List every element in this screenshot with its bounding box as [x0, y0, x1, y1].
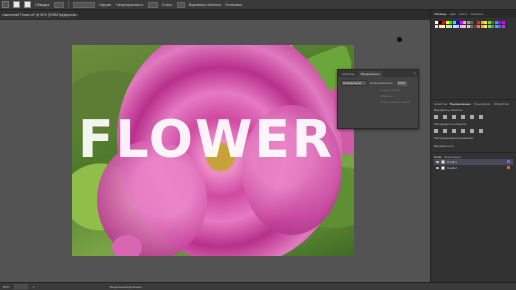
layer-thumbnail — [441, 165, 445, 170]
style-label: Стиль: — [161, 2, 173, 7]
distribute-vcenter-icon[interactable] — [443, 128, 447, 133]
distribute-objects-label: Распределить объекты: — [434, 121, 468, 126]
distribute-bottom-icon[interactable] — [452, 128, 456, 133]
headline-text[interactable]: FLOWER — [78, 114, 334, 166]
artboard-number[interactable]: 1 — [33, 285, 35, 289]
align-right-icon[interactable] — [452, 114, 456, 119]
tab-transparency[interactable]: Прозрачность — [358, 71, 383, 77]
layer-row[interactable]: Слой 2 — [434, 165, 513, 171]
fill-swatch[interactable] — [13, 1, 20, 8]
distribute-right-icon[interactable] — [479, 128, 483, 133]
align-left-icon[interactable] — [434, 114, 438, 119]
distribute-top-icon[interactable] — [434, 128, 438, 133]
close-icon[interactable]: × — [76, 12, 78, 17]
align-objects-label: Выровнять объекты: — [434, 107, 463, 112]
stroke-swatch[interactable] — [24, 1, 31, 8]
invert-mask-checkbox[interactable]: Инвертировать маску — [338, 98, 418, 104]
layers-panel: Слои Монтажные Слой 1 Слой 2 — [431, 151, 516, 173]
align-panel-tabs: Свойства Выравнивание Трансформ. Обработ… — [434, 102, 513, 106]
mouse-cursor-icon — [397, 37, 402, 42]
zoom-level[interactable]: 50% — [3, 285, 9, 289]
bud-shape — [112, 235, 142, 256]
layer-color-mark — [507, 166, 510, 169]
shape-label: Окружн. — [99, 2, 113, 7]
blend-mode-select[interactable]: Нормальный — [341, 80, 367, 86]
stroke-weight-field[interactable] — [54, 1, 64, 8]
current-tool-label: Выделенный фрагмент — [109, 284, 143, 289]
blend-row: Нормальный Непрозрачность: 100% — [338, 77, 418, 86]
opacity-field[interactable]: 100% — [396, 80, 407, 86]
selection-tool-icon[interactable] — [2, 1, 9, 8]
align-panel: Свойства Выравнивание Трансформ. Обработ… — [431, 98, 516, 152]
distribute-spacing-label: Распределение интервалов: — [434, 135, 474, 140]
distribute-hcenter-icon[interactable] — [470, 128, 474, 133]
document-tab[interactable]: спасенный Flower.ai* @ 50% (RGB/Предпрос… — [0, 11, 76, 19]
stroke-label: Обводка: — [35, 2, 50, 7]
transform-label[interactable]: Установки — [225, 3, 241, 7]
panel-tabs: Образцы Прозрачность — [338, 70, 418, 77]
align-middle-icon[interactable] — [470, 114, 474, 119]
tab-transform[interactable]: Трансформ. — [474, 102, 491, 106]
tab-layers[interactable]: Слои — [434, 155, 441, 159]
align-top-icon[interactable] — [461, 114, 465, 119]
tab-color[interactable]: Цвет — [450, 12, 457, 16]
tab-properties[interactable]: Свойства — [434, 102, 447, 106]
opacity-label: Непрозрачность: — [116, 2, 144, 7]
tab-artboards[interactable]: Монтажные — [444, 155, 460, 159]
swatches-tabs: Образцы Цвет Кисти Символы — [431, 10, 516, 18]
status-bar: 50% 1 Выделенный фрагмент — [0, 282, 516, 290]
tab-pathfinder[interactable]: Обработка — [494, 102, 509, 106]
visibility-icon[interactable] — [436, 160, 439, 163]
swatches-empty-area — [431, 31, 516, 99]
distribute-left-icon[interactable] — [461, 128, 465, 133]
align-objects-label: Выровнять объекты — [188, 2, 222, 7]
swatch-grid — [431, 18, 516, 31]
layer-color-mark — [507, 160, 510, 163]
control-bar: Обводка: Окружн. Непрозрачность: Стиль: … — [0, 0, 516, 10]
divider — [68, 1, 69, 8]
panel-menu-icon[interactable]: ≡ — [414, 71, 416, 76]
tab-align[interactable]: Выравнивание — [450, 102, 471, 106]
tab-symbols[interactable]: Символы — [470, 12, 483, 16]
color-swatch[interactable] — [501, 24, 505, 28]
tab-brushes[interactable]: Кисти — [459, 12, 467, 16]
style-dropdown[interactable] — [176, 1, 185, 8]
right-panel-dock: Образцы Цвет Кисти Символы Свойства Выра… — [430, 10, 516, 282]
layer-thumbnail — [441, 159, 445, 164]
opacity-field[interactable] — [147, 1, 158, 8]
visibility-icon[interactable] — [436, 166, 439, 169]
align-center-icon[interactable] — [443, 114, 447, 119]
opacity-label: Непрозрачность: — [370, 81, 394, 85]
tab-swatches[interactable]: Образцы — [340, 71, 357, 77]
align-bottom-icon[interactable] — [479, 114, 483, 119]
align-to-label: Выровнять по: — [434, 143, 455, 148]
layer-name: Слой 2 — [447, 165, 457, 170]
transparency-panel: Образцы Прозрачность ≡ Нормальный Непроз… — [337, 69, 419, 129]
tab-swatches[interactable]: Образцы — [434, 12, 447, 16]
brush-dropdown[interactable] — [73, 1, 95, 8]
layer-name: Слой 1 — [447, 159, 457, 164]
zoom-dropdown[interactable] — [14, 284, 29, 289]
